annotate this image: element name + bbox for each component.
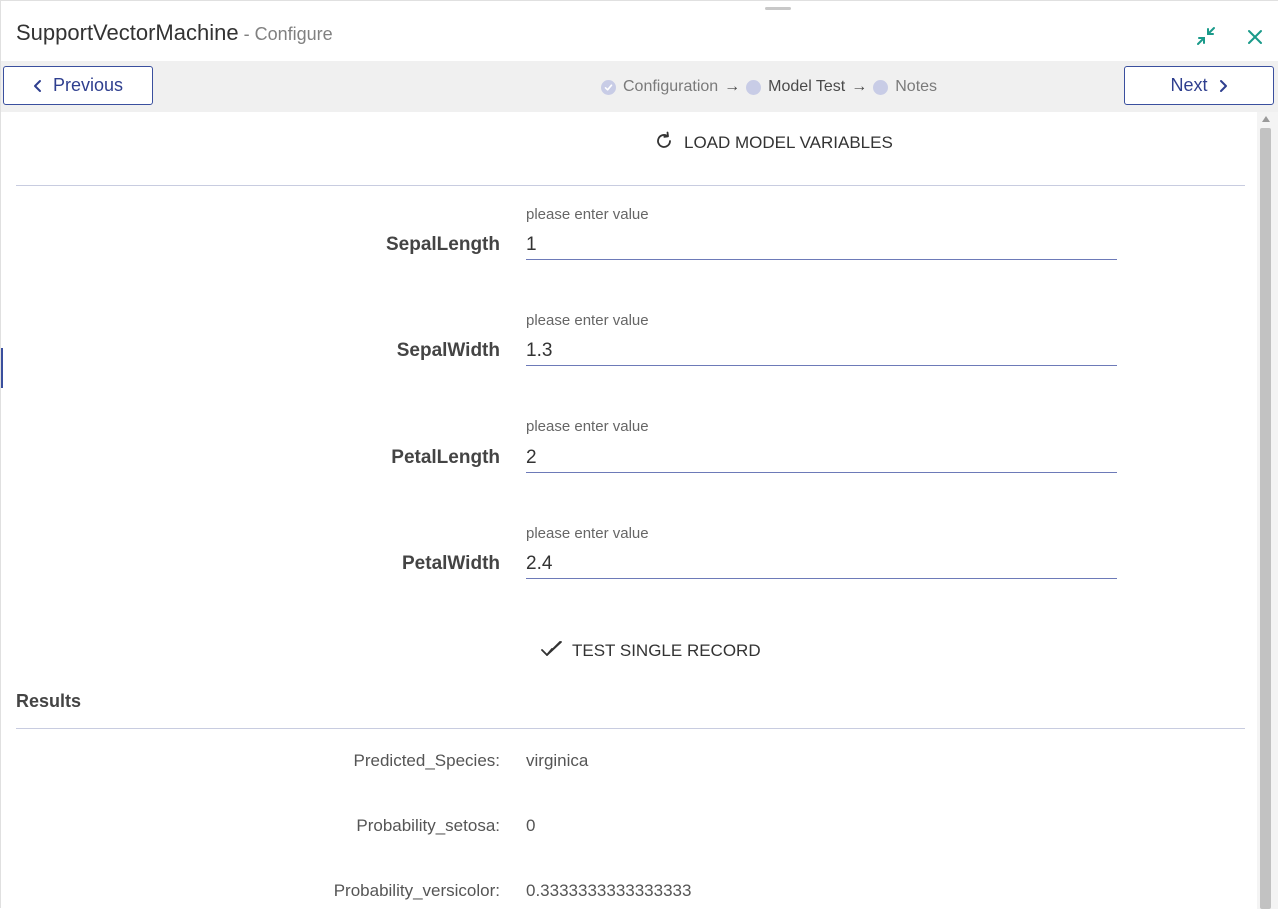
scroll-thumb[interactable] <box>1260 128 1271 909</box>
divider <box>16 185 1245 186</box>
close-icon[interactable] <box>1245 25 1267 47</box>
window-title: SupportVectorMachine - Configure <box>16 20 333 46</box>
load-model-variables-button[interactable]: LOAD MODEL VARIABLES <box>653 131 893 155</box>
step-dot <box>873 79 889 95</box>
field-label-petalwidth: PetalWidth <box>402 553 500 574</box>
petallength-input[interactable] <box>526 443 1117 473</box>
vertical-scrollbar[interactable] <box>1257 112 1278 909</box>
left-accent-bar <box>1 348 3 388</box>
chevron-right-icon <box>1218 79 1228 93</box>
step-model-test[interactable]: Model Test <box>746 78 845 96</box>
field-hint: please enter value <box>526 418 649 435</box>
window-title-sub: - Configure <box>238 24 333 44</box>
wizard-nav-bar: Previous Configuration → Model Test → No… <box>1 61 1278 112</box>
step-model-test-label: Model Test <box>768 78 846 95</box>
title-bar: SupportVectorMachine - Configure <box>1 1 1278 61</box>
step-arrow: → <box>851 78 868 95</box>
previous-button-label: Previous <box>52 75 124 95</box>
step-notes[interactable]: Notes <box>873 78 937 96</box>
result-label-probability-setosa: Probability_setosa: <box>356 816 500 835</box>
next-button-label: Next <box>1170 75 1208 95</box>
step-configuration[interactable]: Configuration <box>601 78 718 96</box>
step-configuration-label: Configuration <box>623 78 719 95</box>
next-button[interactable]: Next <box>1124 66 1274 105</box>
sepallength-input[interactable] <box>526 230 1117 260</box>
chevron-left-icon <box>33 79 43 93</box>
check-circle-icon <box>601 79 616 95</box>
scroll-up-arrow-icon[interactable] <box>1262 116 1270 122</box>
field-hint: please enter value <box>526 525 649 542</box>
sepalwidth-input[interactable] <box>526 336 1117 366</box>
result-value-predicted-species: virginica <box>526 751 589 770</box>
previous-button[interactable]: Previous <box>3 66 153 105</box>
field-label-sepalwidth: SepalWidth <box>396 340 500 361</box>
result-label-predicted-species: Predicted_Species: <box>353 751 500 770</box>
result-value-probability-setosa: 0 <box>526 816 536 835</box>
field-hint: please enter value <box>526 206 649 223</box>
field-label-petallength: PetalLength <box>391 447 500 468</box>
field-label-sepallength: SepalLength <box>385 234 500 255</box>
load-model-variables-label: LOAD MODEL VARIABLES <box>684 133 893 152</box>
petalwidth-input[interactable] <box>526 549 1117 579</box>
model-configure-window: SupportVectorMachine - Configure Previou… <box>0 0 1278 909</box>
results-heading: Results <box>16 691 82 711</box>
result-label-probability-versicolor: Probability_versicolor: <box>333 881 500 900</box>
double-check-icon <box>541 639 563 664</box>
step-notes-label: Notes <box>895 78 938 95</box>
test-single-record-button[interactable]: TEST SINGLE RECORD <box>541 639 761 663</box>
result-value-probability-versicolor: 0.3333333333333333 <box>526 881 692 900</box>
window-title-main: SupportVectorMachine <box>16 20 239 45</box>
divider <box>16 728 1245 729</box>
step-dot <box>746 79 762 95</box>
collapse-arrows-icon[interactable] <box>1195 25 1217 47</box>
test-single-record-label: TEST SINGLE RECORD <box>572 641 761 660</box>
wizard-steps: Configuration → Model Test → Notes <box>601 77 937 97</box>
step-arrow: → <box>724 78 741 95</box>
field-hint: please enter value <box>526 312 649 329</box>
refresh-icon <box>653 130 675 157</box>
